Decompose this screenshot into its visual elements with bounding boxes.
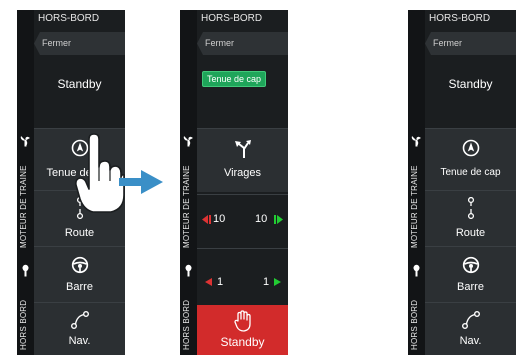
rail-label-outboard: HORS BORD — [19, 299, 28, 350]
steer-button[interactable]: Barre — [425, 246, 516, 302]
route-icon — [467, 197, 474, 219]
panel-title: HORS-BORD — [201, 13, 263, 24]
autopilot-panel-after: MOTEUR DE TRAINE HORS BORD HORS-BORD Fer… — [408, 10, 516, 355]
fan-motor-icon — [20, 136, 30, 147]
right-arrow-icon — [119, 170, 163, 194]
mode-status: Standby — [57, 77, 102, 91]
outboard-engine-icon — [413, 264, 420, 277]
route-label: Route — [64, 227, 95, 239]
nav-icon — [461, 311, 480, 329]
rail-label-trolling-motor: MOTEUR DE TRAINE — [410, 165, 419, 248]
side-rail: MOTEUR DE TRAINE HORS BORD — [408, 10, 425, 355]
close-button[interactable]: Fermer — [34, 32, 125, 55]
rail-section-trolling-motor[interactable]: MOTEUR DE TRAINE — [17, 128, 34, 253]
nav-label: Nav. — [68, 335, 91, 347]
autopilot-panel-before: MOTEUR DE TRAINE HORS BORD HORS-BORD Fer… — [17, 10, 125, 355]
close-label: Fermer — [433, 38, 462, 48]
route-label: Route — [455, 227, 486, 239]
stbd-1-value[interactable]: 1 — [263, 276, 269, 288]
turns-label: Virages — [223, 167, 262, 179]
outboard-engine-icon — [22, 264, 29, 277]
route-button[interactable]: Route — [425, 190, 516, 246]
course-step-1-row: 1 1 — [197, 248, 288, 301]
side-rail: MOTEUR DE TRAINE HORS BORD — [17, 10, 34, 355]
close-label: Fermer — [205, 38, 234, 48]
rail-section-trolling-motor[interactable]: MOTEUR DE TRAINE — [180, 128, 197, 253]
close-button[interactable]: Fermer — [197, 32, 288, 55]
standby-label: Standby — [220, 335, 265, 349]
autopilot-panel-heading-hold: MOTEUR DE TRAINE HORS BORD HORS-BORD Fer… — [180, 10, 288, 355]
rail-label-outboard: HORS BORD — [410, 299, 419, 350]
steering-wheel-icon — [71, 256, 88, 274]
standby-button[interactable]: Standby — [197, 305, 288, 355]
starboard-arrow-icon[interactable] — [274, 215, 283, 224]
active-mode-badge: Tenue de cap — [202, 71, 267, 87]
rail-section-outboard[interactable]: HORS BORD — [17, 258, 34, 355]
turn-arrows-icon — [234, 140, 251, 158]
steer-button[interactable]: Barre — [34, 246, 125, 302]
rail-section-outboard[interactable]: HORS BORD — [180, 258, 197, 355]
rail-label-outboard: HORS BORD — [182, 299, 191, 350]
starboard-arrow-icon[interactable] — [274, 278, 281, 286]
nav-icon — [70, 311, 89, 329]
compass-icon — [462, 139, 479, 157]
fan-motor-icon — [411, 136, 421, 147]
port-arrow-icon[interactable] — [205, 278, 212, 286]
close-button[interactable]: Fermer — [425, 32, 516, 55]
panel-title: HORS-BORD — [38, 13, 100, 24]
mode-status: Standby — [448, 77, 493, 91]
nav-button[interactable]: Nav. — [34, 302, 125, 355]
hand-stop-icon — [233, 310, 251, 332]
close-label: Fermer — [42, 38, 71, 48]
fan-motor-icon — [183, 136, 193, 147]
rail-label-trolling-motor: MOTEUR DE TRAINE — [182, 165, 191, 248]
panel-title: HORS-BORD — [429, 13, 491, 24]
outboard-engine-icon — [185, 264, 192, 277]
rail-section-trolling-motor[interactable]: MOTEUR DE TRAINE — [408, 128, 425, 253]
side-rail: MOTEUR DE TRAINE HORS BORD — [180, 10, 197, 355]
port-10-value[interactable]: 10 — [213, 213, 225, 225]
heading-hold-button[interactable]: Tenue de cap — [425, 128, 516, 190]
turns-button[interactable]: Virages — [197, 128, 288, 192]
nav-button[interactable]: Nav. — [425, 302, 516, 355]
steering-wheel-icon — [462, 256, 479, 274]
pointing-hand-icon — [75, 133, 125, 213]
heading-hold-label: Tenue de cap — [440, 167, 501, 178]
course-step-10-row: 10 10 — [197, 194, 288, 247]
port-arrow-icon[interactable] — [202, 215, 211, 224]
steer-label: Barre — [66, 281, 93, 293]
steer-label: Barre — [457, 281, 484, 293]
rail-section-outboard[interactable]: HORS BORD — [408, 258, 425, 355]
stbd-10-value[interactable]: 10 — [255, 213, 267, 225]
port-1-value[interactable]: 1 — [217, 276, 223, 288]
rail-label-trolling-motor: MOTEUR DE TRAINE — [19, 165, 28, 248]
nav-label: Nav. — [459, 335, 482, 347]
